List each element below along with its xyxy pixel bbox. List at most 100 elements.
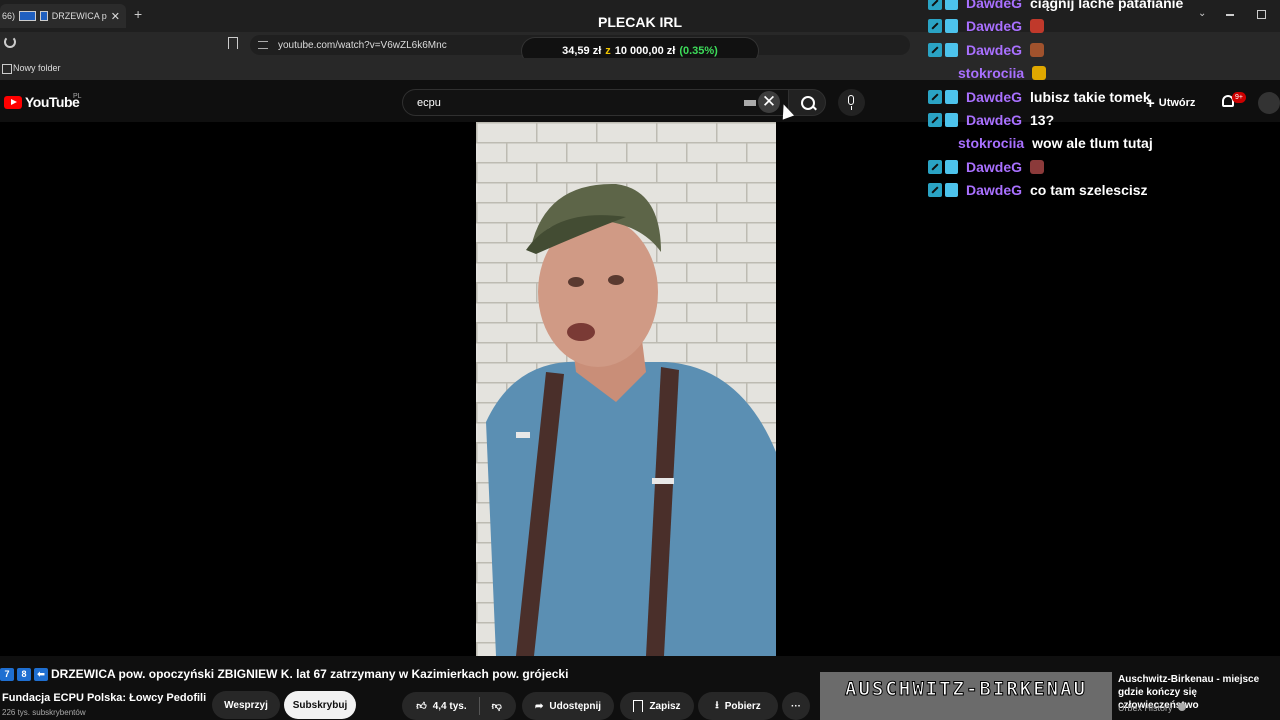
chat-message: DawdeG: [928, 16, 1045, 36]
browser-tab[interactable]: 66) DRZEWICA p ✕: [0, 4, 126, 28]
save-label: Zapisz: [649, 700, 681, 712]
chat-username: stokrociia: [958, 65, 1025, 82]
recommended-video-thumbnail[interactable]: AUSCHWITZ-BIRKENAU: [820, 672, 1112, 720]
play-icon: [11, 99, 17, 105]
search-input[interactable]: [402, 89, 788, 116]
tab-count: 66): [2, 11, 16, 21]
donation-percent: (0.35%): [679, 45, 718, 57]
chat-emote-icon: [1032, 66, 1047, 81]
divider: [478, 697, 480, 715]
search-button[interactable]: [788, 89, 826, 116]
chat-emote-icon: [1030, 42, 1045, 57]
subscribe-button[interactable]: Subskrybuj: [284, 691, 356, 719]
chat-username: DawdeG: [966, 112, 1023, 128]
chat-emote-icon: [1030, 159, 1045, 174]
download-button[interactable]: ⭳ Pobierz: [698, 692, 778, 720]
recommended-channel-name: Urbex History: [1118, 703, 1173, 713]
thumbnail-text: AUSCHWITZ-BIRKENAU: [845, 678, 1087, 701]
share-button[interactable]: ➦ Udostępnij: [522, 692, 614, 720]
chat-username: DawdeG: [966, 18, 1023, 35]
subscriber-badge-icon: [945, 19, 958, 34]
chat-message: DawdeG 13?: [928, 110, 1054, 130]
donation-goal: 10 000,00 zł: [614, 45, 676, 57]
thumbs-down-icon[interactable]: 👎︎: [492, 700, 502, 712]
stream-title: PLECAK IRL: [598, 14, 682, 30]
video-still-image: [476, 122, 776, 656]
moderator-badge-icon: [928, 159, 942, 174]
moderator-badge-icon: [928, 113, 942, 127]
subscriber-badge-icon: [945, 89, 958, 104]
keycap-icon: 8: [17, 667, 31, 681]
chat-text: co tam szelescisz: [1030, 182, 1148, 199]
chat-emote-icon: [1030, 19, 1045, 34]
bookmarks-bar: [0, 58, 1280, 80]
like-dislike-button[interactable]: 👍︎ 4,4 tys. 👎︎: [402, 692, 516, 720]
moderator-badge-icon: [928, 89, 942, 104]
chat-text: wow ale tlum tutaj: [1032, 135, 1153, 152]
chat-username: DawdeG: [966, 41, 1023, 58]
folder-icon: [2, 64, 12, 74]
new-tab-button[interactable]: +: [134, 6, 142, 22]
create-button[interactable]: + Utwórz: [1146, 92, 1195, 114]
chat-username: DawdeG: [966, 0, 1023, 11]
keyboard-icon[interactable]: [744, 100, 756, 106]
minimize-icon[interactable]: [1226, 14, 1234, 16]
video-title-text: DRZEWICA pow. opoczyński ZBIGNIEW K. lat…: [51, 667, 569, 681]
flag-icon: [39, 11, 48, 21]
search-icon-handle: [812, 105, 817, 111]
chat-username: DawdeG: [966, 88, 1023, 105]
donation-amount: 34,59 zł: [562, 45, 602, 57]
chat-text: lubisz takie tomek: [1030, 88, 1151, 105]
chat-message: DawdeG: [928, 157, 1045, 177]
youtube-logo-text[interactable]: YouTube: [25, 94, 80, 110]
subscriber-badge-icon: [945, 42, 958, 57]
bookmark-icon[interactable]: [228, 37, 238, 49]
keycap-icon: ⬅: [34, 667, 48, 681]
avatar[interactable]: [1258, 92, 1280, 114]
donation-of: z: [605, 45, 611, 57]
keycap-icon: 7: [0, 667, 14, 681]
like-count: 4,4 tys.: [432, 700, 467, 712]
tab-title: DRZEWICA p: [51, 11, 107, 21]
chat-text: ciągnij lache patafianie: [1030, 0, 1184, 11]
site-settings-icon[interactable]: [258, 41, 268, 49]
chat-username: stokrociia: [958, 135, 1025, 152]
bookmark-icon: [633, 700, 644, 712]
subscriber-badge-icon: [945, 183, 958, 198]
chat-message: DawdeG co tam szelescisz: [928, 180, 1148, 200]
clear-search-button[interactable]: ✕: [758, 91, 780, 113]
channel-name[interactable]: Fundacja ECPU Polska: Łowcy Pedofili: [2, 692, 206, 704]
share-label: Udostępnij: [549, 700, 602, 712]
join-button[interactable]: Wesprzyj: [212, 691, 280, 719]
save-button[interactable]: Zapisz: [620, 692, 694, 720]
chat-message: DawdeG lubisz takie tomek: [928, 87, 1151, 107]
download-label: Pobierz: [724, 700, 761, 712]
chat-message: DawdeG ciągnij lache patafianie: [928, 0, 1183, 13]
bookmark-folder[interactable]: Nowy folder: [13, 63, 61, 73]
moderator-badge-icon: [928, 42, 942, 57]
chat-message: stokrociia wow ale tlum tutaj: [958, 133, 1153, 153]
video-title: 7 8 ⬅ DRZEWICA pow. opoczyński ZBIGNIEW …: [0, 667, 820, 681]
thumbs-up-icon[interactable]: 👍︎: [416, 700, 426, 712]
moderator-badge-icon: [928, 0, 942, 10]
more-actions-button[interactable]: ···: [782, 692, 810, 720]
mic-icon-stand: [850, 106, 852, 110]
voice-search-button[interactable]: [838, 89, 865, 116]
verified-icon: [1178, 703, 1187, 711]
video-frame[interactable]: [476, 122, 776, 656]
flag-icon: [19, 11, 36, 21]
mic-icon: [848, 95, 854, 105]
url-text: youtube.com/watch?v=V6wZL6k6Mnc: [278, 39, 447, 51]
chat-username: DawdeG: [966, 158, 1023, 175]
chat-message: DawdeG: [928, 40, 1045, 60]
download-icon: ⭳: [715, 699, 719, 711]
subscriber-badge-icon: [945, 0, 958, 10]
maximize-icon[interactable]: [1257, 10, 1266, 19]
chevron-down-icon[interactable]: ⌄: [1198, 8, 1206, 19]
moderator-badge-icon: [928, 19, 942, 34]
subscriber-badge-icon: [945, 159, 958, 174]
recommended-channel[interactable]: Urbex History: [1118, 703, 1187, 713]
reload-icon[interactable]: [4, 36, 16, 48]
notification-badge: 9+: [1232, 92, 1246, 103]
close-icon[interactable]: ✕: [111, 10, 120, 23]
